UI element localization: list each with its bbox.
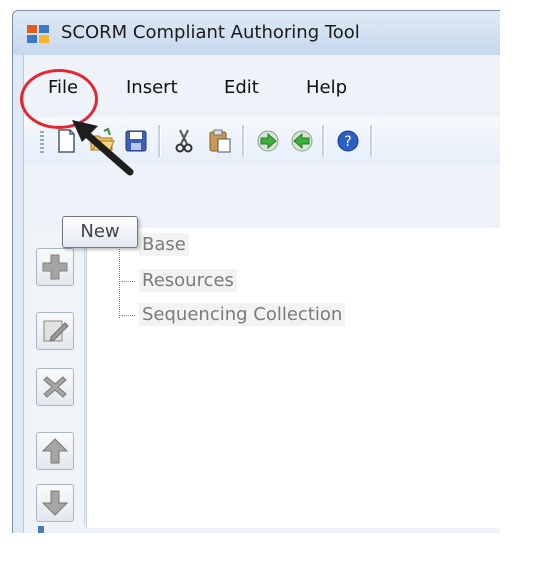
toolbar-separator (322, 125, 325, 157)
move-up-icon (41, 438, 69, 464)
paste-icon[interactable] (206, 127, 234, 155)
toolbar-grip[interactable] (40, 131, 44, 155)
pointer-arrow-icon (68, 112, 148, 182)
move-down-button[interactable] (36, 484, 74, 522)
add-icon (42, 254, 68, 280)
toolbar-separator (158, 125, 161, 157)
menu-bar: File Insert Edit Help (24, 71, 521, 105)
tree-node-sequencing-collection[interactable]: Sequencing Collection (121, 303, 346, 326)
toolbar-separator (242, 125, 245, 157)
cut-icon[interactable] (170, 127, 198, 155)
tree-node-label: Sequencing Collection (139, 303, 346, 326)
torn-edge-right (500, 0, 540, 573)
forward-arrow-icon[interactable] (254, 127, 282, 155)
torn-edge-bottom (0, 533, 540, 573)
tree-node-resources[interactable]: Resources (121, 269, 237, 292)
menu-insert[interactable]: Insert (122, 75, 182, 100)
tree-view[interactable]: Base Resources Sequencing Collection (86, 228, 517, 528)
edit-button[interactable] (36, 312, 74, 350)
menu-help[interactable]: Help (302, 75, 351, 100)
help-icon[interactable]: ? (334, 127, 362, 155)
delete-button[interactable] (36, 368, 74, 406)
edit-icon (43, 320, 69, 342)
delete-icon (43, 376, 67, 398)
window-title: SCORM Compliant Authoring Tool (61, 22, 360, 43)
menu-edit[interactable]: Edit (220, 75, 263, 100)
add-button[interactable] (36, 248, 74, 286)
svg-text:?: ? (344, 134, 351, 150)
app-icon (27, 25, 49, 43)
back-arrow-icon[interactable] (288, 127, 316, 155)
side-toolbar (26, 226, 85, 526)
tooltip: New (62, 216, 138, 248)
move-up-button[interactable] (36, 432, 74, 470)
title-bar: SCORM Compliant Authoring Tool (13, 11, 521, 55)
tree-node-label: Resources (139, 269, 237, 292)
toolbar-separator (370, 125, 373, 157)
move-down-icon (41, 490, 69, 516)
screenshot-page: SCORM Compliant Authoring Tool File Inse… (0, 0, 540, 573)
tree-node-label: Base (139, 233, 189, 256)
